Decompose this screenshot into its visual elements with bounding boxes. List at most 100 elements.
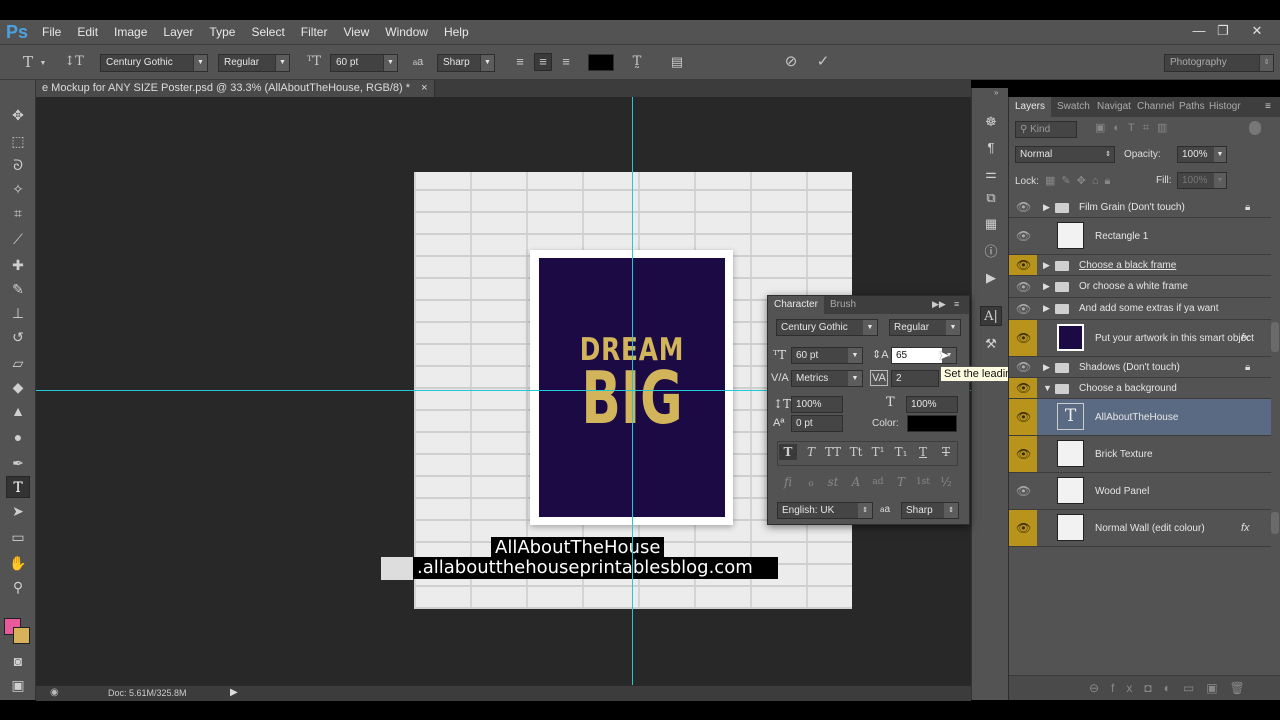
- quick-mask-icon[interactable]: ◙: [6, 650, 30, 672]
- panel-menu-icon[interactable]: ≡: [954, 299, 959, 309]
- ornaments-button[interactable]: T: [892, 474, 910, 490]
- menu-select[interactable]: Select: [243, 25, 292, 39]
- strikethrough-button[interactable]: T: [937, 444, 955, 460]
- paint-bucket-tool-icon[interactable]: ◆: [6, 376, 30, 398]
- expand-group-icon[interactable]: ▶: [1043, 362, 1050, 373]
- layer-visibility-toggle[interactable]: 👁︎: [1009, 320, 1037, 356]
- layer-row[interactable]: 👁︎ Put your artwork in this smart object f…: [1009, 320, 1271, 357]
- actions-icon[interactable]: ▦: [980, 214, 1002, 234]
- layer-visibility-toggle[interactable]: 👁︎: [1009, 378, 1037, 398]
- toggle-orientation-icon[interactable]: ↕T: [64, 54, 84, 70]
- layer-row[interactable]: 👁︎ ▶ Film Grain (Don't touch) 🔒︎: [1009, 197, 1271, 218]
- vertical-guide[interactable]: [632, 97, 633, 685]
- layer-visibility-toggle[interactable]: 👁︎: [1009, 357, 1037, 377]
- menu-image[interactable]: Image: [106, 25, 155, 39]
- char-baseline-shift-field[interactable]: 0 pt: [791, 415, 843, 432]
- menu-layer[interactable]: Layer: [155, 25, 201, 39]
- close-window-button[interactable]: ✕: [1242, 20, 1272, 44]
- filter-toggle-icon[interactable]: [1249, 121, 1261, 135]
- collapse-panel-icon[interactable]: ▶▶: [932, 299, 946, 310]
- panels-toggle-icon[interactable]: ▤: [668, 54, 686, 70]
- blur-tool-icon[interactable]: ▲: [6, 400, 30, 422]
- stylistic-alternates-button[interactable]: A: [847, 474, 865, 490]
- tab-histogram[interactable]: Histogr: [1203, 97, 1247, 117]
- faux-bold-button[interactable]: T: [779, 444, 797, 460]
- layer-row[interactable]: 👁︎ ▶ Shadows (Don't touch) 🔒︎: [1009, 357, 1271, 378]
- status-menu-arrow-icon[interactable]: ▶: [230, 687, 238, 698]
- menu-edit[interactable]: Edit: [69, 25, 106, 39]
- layer-visibility-toggle[interactable]: 👁︎: [1009, 197, 1037, 217]
- warp-text-icon[interactable]: T̰: [628, 54, 646, 70]
- align-center-icon[interactable]: ≡: [534, 53, 552, 71]
- collapse-panels-icon[interactable]: »: [994, 88, 998, 97]
- layer-visibility-toggle[interactable]: 👁︎: [1009, 298, 1037, 319]
- status-info-icon[interactable]: ◉: [50, 687, 59, 698]
- tab-layers[interactable]: Layers: [1009, 97, 1052, 117]
- tool-presets-icon[interactable]: ⚒: [980, 334, 1002, 354]
- brush-tool-icon[interactable]: ✎: [6, 278, 30, 300]
- layer-row[interactable]: 👁︎ ▶ Or choose a white frame: [1009, 276, 1271, 298]
- layer-row[interactable]: 👁︎ Rectangle 1: [1009, 218, 1271, 255]
- underline-button[interactable]: T: [914, 444, 932, 460]
- lasso-tool-icon[interactable]: ᘐ: [6, 154, 30, 176]
- layer-effects-icon[interactable]: fx: [1241, 332, 1250, 344]
- menu-help[interactable]: Help: [436, 25, 477, 39]
- fractions-button[interactable]: ½: [937, 474, 955, 490]
- char-color-swatch[interactable]: [907, 415, 957, 432]
- type-tool-icon[interactable]: T: [6, 476, 30, 498]
- tab-character[interactable]: Character: [768, 296, 824, 314]
- healing-brush-tool-icon[interactable]: ✚: [6, 254, 30, 276]
- ligatures-button[interactable]: fi: [779, 474, 797, 490]
- menu-view[interactable]: View: [335, 25, 377, 39]
- text-color-swatch[interactable]: [588, 54, 614, 71]
- menu-file[interactable]: File: [34, 25, 69, 39]
- workspace-select[interactable]: Photography ⇕: [1164, 54, 1274, 72]
- layers-footer-icons[interactable]: ⊖fx◘◐▭▣🗑︎: [1089, 681, 1257, 695]
- discretionary-ligatures-button[interactable]: ℴ: [802, 474, 820, 490]
- background-color-swatch[interactable]: [13, 627, 30, 644]
- char-language-select[interactable]: English: UK ⇕: [777, 502, 873, 519]
- opacity-field[interactable]: 100% ▼: [1177, 146, 1227, 163]
- align-left-icon[interactable]: ≡: [512, 54, 528, 70]
- menu-filter[interactable]: Filter: [293, 25, 336, 39]
- play-icon[interactable]: ▶: [980, 268, 1002, 288]
- char-horizontal-scale-field[interactable]: 100%: [906, 396, 958, 413]
- pen-tool-icon[interactable]: ✒: [6, 452, 30, 474]
- crop-tool-icon[interactable]: ⌗: [6, 202, 30, 224]
- layer-effects-icon[interactable]: fx: [1241, 522, 1250, 534]
- path-select-tool-icon[interactable]: ➤: [6, 500, 30, 522]
- screen-mode-icon[interactable]: ▣: [6, 674, 30, 696]
- layer-row[interactable]: 👁︎ ▶ And add some extras if ya want: [1009, 298, 1271, 320]
- small-caps-button[interactable]: Tt: [847, 444, 865, 460]
- layer-row[interactable]: 👁︎ Wood Panel: [1009, 473, 1271, 510]
- subscript-button[interactable]: T₁: [892, 444, 910, 460]
- all-caps-button[interactable]: TT: [824, 444, 842, 460]
- layers-scrollbar-lower[interactable]: [1271, 512, 1279, 534]
- font-family-select[interactable]: Century Gothic ▼: [100, 54, 208, 72]
- cancel-edit-icon[interactable]: ⊘: [782, 54, 800, 70]
- layer-row[interactable]: 👁︎ Brick Texture: [1009, 436, 1271, 473]
- layer-row[interactable]: 👁︎ Normal Wall (edit colour) fx: [1009, 510, 1271, 547]
- faux-italic-button[interactable]: T: [802, 444, 820, 460]
- layer-row[interactable]: 👁︎ ▶ Choose a black frame: [1009, 255, 1271, 276]
- filter-type-icons[interactable]: ▣◐T⌗▥: [1095, 121, 1175, 135]
- expand-group-icon[interactable]: ▶: [1043, 260, 1050, 271]
- layer-row[interactable]: 👁︎ ▼ Choose a background: [1009, 378, 1271, 399]
- layer-visibility-toggle[interactable]: 👁︎: [1009, 473, 1037, 509]
- eyedropper-tool-icon[interactable]: ⟋: [6, 228, 30, 250]
- chevron-down-icon[interactable]: ▼: [38, 56, 48, 72]
- character-panel-icon[interactable]: A|: [980, 306, 1002, 326]
- fill-field[interactable]: 100% ▼: [1177, 172, 1227, 189]
- layer-visibility-toggle[interactable]: 👁︎: [1009, 510, 1037, 546]
- expand-group-icon[interactable]: ▶: [1043, 202, 1050, 213]
- char-antialias-select[interactable]: Sharp ⇕: [901, 502, 959, 519]
- char-font-style-select[interactable]: Regular ▼: [889, 319, 961, 336]
- align-right-icon[interactable]: ≡: [558, 54, 574, 70]
- clone-source-icon[interactable]: ⧉: [980, 188, 1002, 208]
- font-size-select[interactable]: 60 pt ▼: [330, 54, 398, 72]
- layer-visibility-toggle[interactable]: 👁︎: [1009, 276, 1037, 297]
- lock-icons[interactable]: ▦✎✥⌂🔒︎: [1045, 174, 1116, 188]
- ordinals-button[interactable]: 1st: [914, 474, 932, 490]
- swash-button[interactable]: st: [824, 474, 842, 490]
- char-tracking-field[interactable]: 2: [891, 370, 939, 387]
